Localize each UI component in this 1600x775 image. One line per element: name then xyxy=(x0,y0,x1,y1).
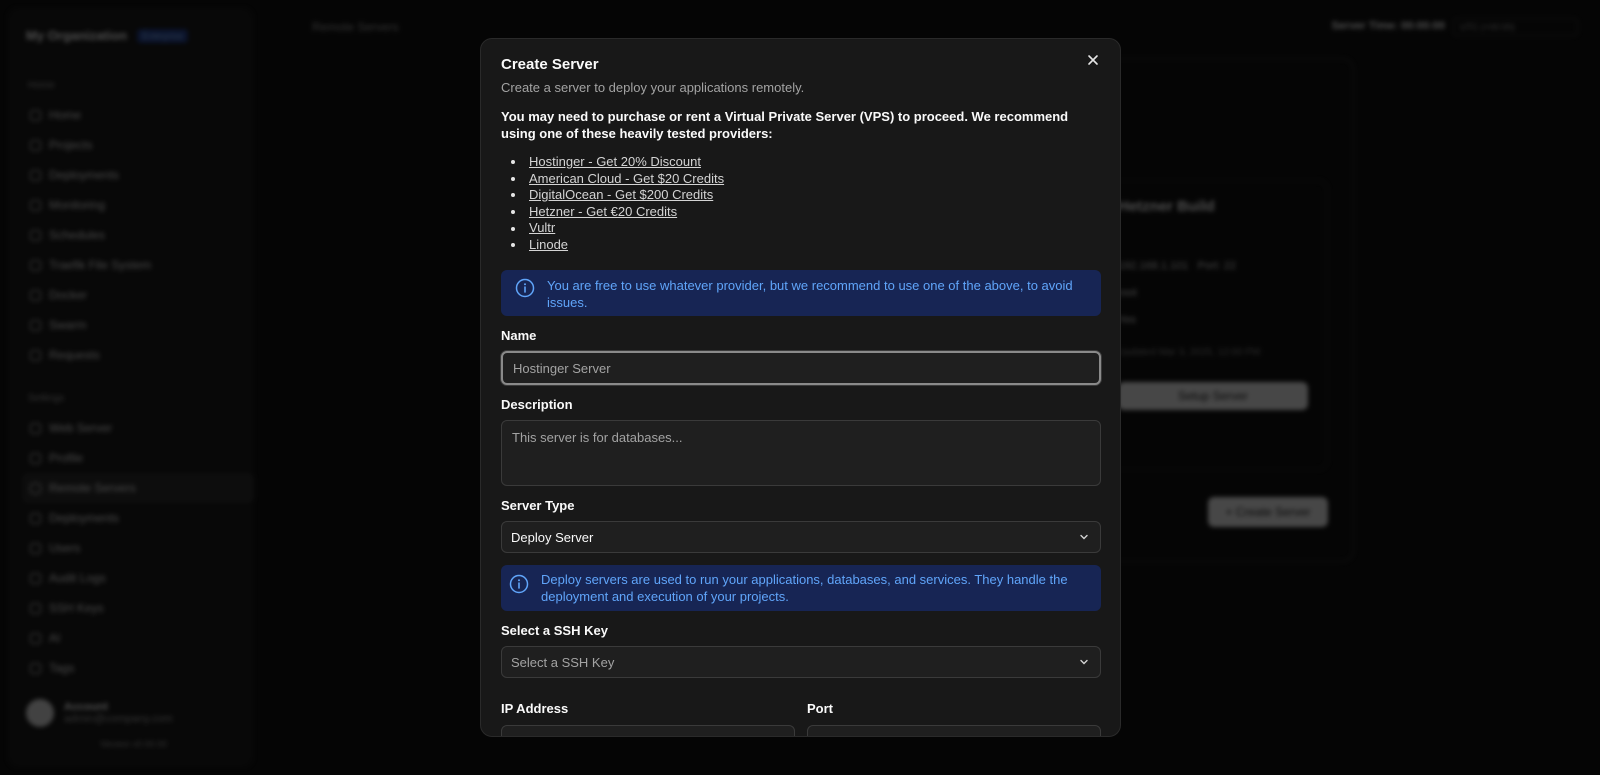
provider-link[interactable]: Hostinger - Get 20% Discount xyxy=(529,154,701,171)
name-label: Name xyxy=(501,328,537,343)
ssh-key-select[interactable]: Select a SSH Key xyxy=(501,646,1101,678)
provider-list-item: DigitalOcean - Get $200 Credits xyxy=(511,187,724,204)
description-textarea[interactable]: This server is for databases... xyxy=(501,420,1101,486)
provider-list-item: Linode xyxy=(511,237,724,254)
chevron-down-icon xyxy=(1080,534,1088,540)
name-placeholder: Hostinger Server xyxy=(513,360,611,376)
ssh-key-label: Select a SSH Key xyxy=(501,623,608,638)
provider-link[interactable]: Vultr xyxy=(529,220,555,237)
dialog-subtitle: Create a server to deploy your applicati… xyxy=(501,80,805,95)
port-input[interactable] xyxy=(807,725,1101,736)
ip-address-label: IP Address xyxy=(501,701,569,716)
provider-list-item: Vultr xyxy=(511,220,724,237)
name-input[interactable]: Hostinger Server xyxy=(501,351,1101,385)
description-placeholder: This server is for databases... xyxy=(512,430,683,445)
ip-address-input[interactable] xyxy=(501,725,795,736)
server-type-label: Server Type xyxy=(501,498,575,513)
provider-list-item: Hostinger - Get 20% Discount xyxy=(511,154,724,171)
dialog-title: Create Server xyxy=(501,56,599,73)
info-icon xyxy=(515,278,535,298)
provider-list-item: Hetzner - Get €20 Credits xyxy=(511,204,724,221)
provider-list: Hostinger - Get 20% Discount American Clo… xyxy=(511,154,724,254)
server-type-alert-text: Deploy servers are used to run your appl… xyxy=(541,572,1068,604)
port-label: Port xyxy=(807,701,833,716)
close-icon xyxy=(1088,55,1098,65)
provider-alert-text: You are free to use whatever provider, b… xyxy=(547,278,1073,310)
chevron-down-icon xyxy=(1080,659,1088,665)
provider-link[interactable]: American Cloud - Get $20 Credits xyxy=(529,171,724,188)
server-type-select[interactable]: Deploy Server xyxy=(501,521,1101,553)
provider-link[interactable]: DigitalOcean - Get $200 Credits xyxy=(529,187,713,204)
provider-intro: You may need to purchase or rent a Virtu… xyxy=(501,109,1069,141)
close-button[interactable] xyxy=(1084,53,1102,71)
server-type-alert: Deploy servers are used to run your appl… xyxy=(501,565,1101,611)
description-label: Description xyxy=(501,397,573,412)
provider-link[interactable]: Linode xyxy=(529,237,568,254)
provider-link[interactable]: Hetzner - Get €20 Credits xyxy=(529,204,677,221)
create-server-dialog: Create Server Create a server to deploy … xyxy=(480,38,1121,737)
provider-list-item: American Cloud - Get $20 Credits xyxy=(511,171,724,188)
ssh-key-placeholder: Select a SSH Key xyxy=(511,654,615,670)
info-icon xyxy=(509,574,529,594)
server-type-value: Deploy Server xyxy=(511,529,594,545)
provider-alert: You are free to use whatever provider, b… xyxy=(501,270,1101,316)
